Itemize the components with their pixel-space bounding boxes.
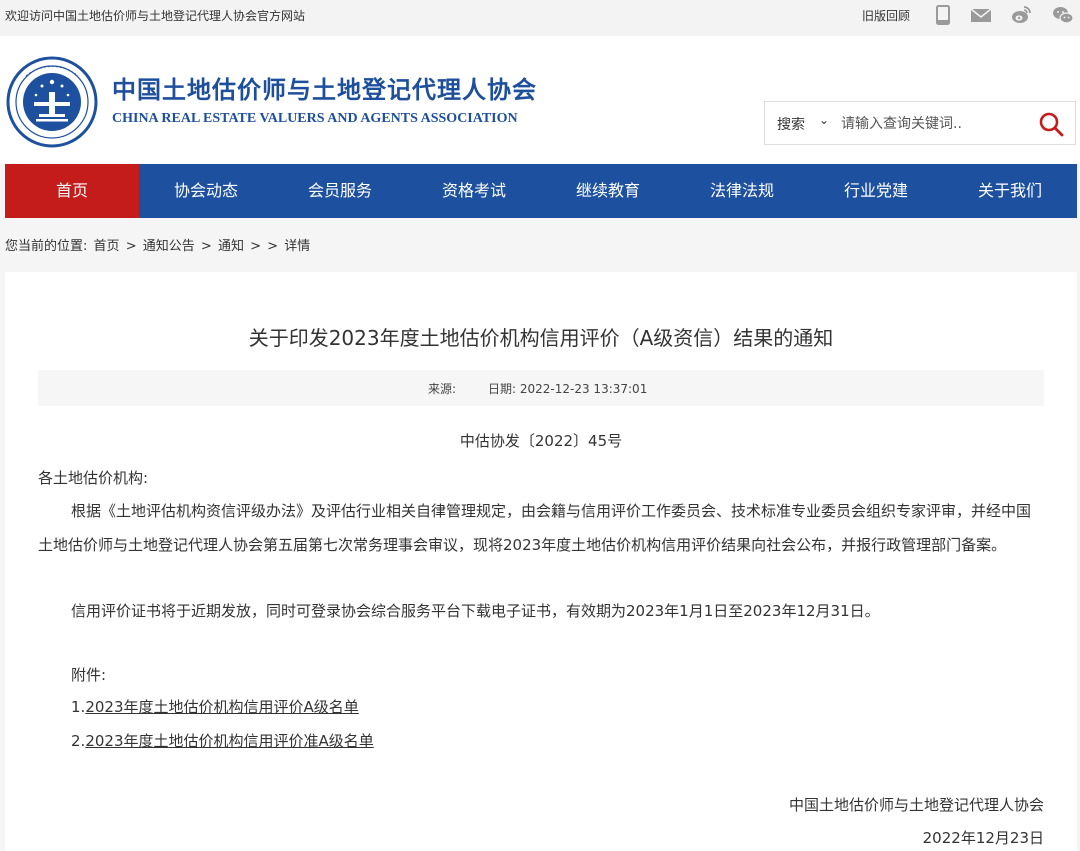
nav-item-member-services[interactable]: 会员服务 bbox=[273, 164, 407, 218]
attachment-item: 2.2023年度土地估价机构信用评价准A级名单 bbox=[71, 730, 374, 751]
nav-item-news[interactable]: 协会动态 bbox=[139, 164, 273, 218]
paragraph-2: 信用评价证书将于近期发放，同时可登录协会综合服务平台下载电子证书，有效期为202… bbox=[71, 602, 880, 620]
greeting: 各土地估价机构: bbox=[38, 469, 149, 487]
article-card: 关于印发2023年度土地估价机构信用评价（A级资信）结果的通知 来源: 日期: … bbox=[5, 272, 1077, 851]
nav-item-party[interactable]: 行业党建 bbox=[809, 164, 943, 218]
attachment-item: 1.2023年度土地估价机构信用评价A级名单 bbox=[71, 696, 359, 717]
top-bar: 欢迎访问中国土地估价师与土地登记代理人协会官方网站 旧版回顾 bbox=[0, 0, 1080, 36]
welcome-text: 欢迎访问中国土地估价师与土地登记代理人协会官方网站 bbox=[5, 9, 306, 23]
attachment-link-a-list[interactable]: 2023年度土地估价机构信用评价A级名单 bbox=[85, 698, 358, 716]
mobile-icon[interactable] bbox=[932, 4, 954, 26]
association-logo[interactable] bbox=[6, 56, 98, 148]
chevron-down-icon[interactable]: ⌄ bbox=[819, 113, 829, 127]
signature-org: 中国土地估价师与土地登记代理人协会 bbox=[788, 796, 1044, 814]
signature-date: 2022年12月23日 bbox=[922, 829, 1044, 847]
nav-item-education[interactable]: 继续教育 bbox=[541, 164, 675, 218]
article-title: 关于印发2023年度土地估价机构信用评价（A级资信）结果的通知 bbox=[248, 326, 834, 350]
breadcrumb-separator: > bbox=[200, 239, 212, 254]
search-box: 搜索 ⌄ bbox=[764, 101, 1076, 145]
breadcrumb-separator: > bbox=[125, 239, 137, 254]
paragraph-1: 根据《土地评估机构资信评级办法》及评估行业相关自律管理规定，由会籍与信用评价工作… bbox=[38, 502, 1032, 554]
date-meta: 日期: 2022-12-23 13:37:01 bbox=[488, 380, 647, 397]
search-input[interactable] bbox=[841, 112, 1021, 136]
nav-item-home[interactable]: 首页 bbox=[5, 164, 139, 218]
old-version-link[interactable]: 旧版回顾 bbox=[862, 7, 910, 24]
breadcrumb-home[interactable]: 首页 bbox=[94, 239, 120, 254]
document-number: 中估协发〔2022〕45号 bbox=[459, 432, 623, 450]
breadcrumb-detail: 详情 bbox=[284, 239, 311, 254]
attachment-index: 2. bbox=[71, 732, 86, 750]
nav-item-about[interactable]: 关于我们 bbox=[943, 164, 1077, 218]
attachment-heading: 附件: bbox=[71, 666, 107, 684]
search-scope-select[interactable]: 搜索 bbox=[777, 114, 805, 134]
org-name-cn: 中国土地估价师与土地登记代理人协会 bbox=[112, 75, 537, 104]
attachment-link-quasi-a-list[interactable]: 2023年度土地估价机构信用评价准A级名单 bbox=[85, 732, 373, 750]
breadcrumb-separator: > bbox=[267, 239, 279, 254]
nav-item-exams[interactable]: 资格考试 bbox=[407, 164, 541, 218]
breadcrumb-notice[interactable]: 通知 bbox=[218, 239, 244, 254]
attachment-index: 1. bbox=[71, 698, 86, 716]
org-name-en: CHINA REAL ESTATE VALUERS AND AGENTS ASS… bbox=[112, 111, 518, 126]
source-label: 来源: bbox=[428, 382, 457, 396]
breadcrumb-notices[interactable]: 通知公告 bbox=[143, 239, 195, 254]
date-value: 2022-12-23 13:37:01 bbox=[519, 382, 648, 396]
nav-item-laws[interactable]: 法律法规 bbox=[675, 164, 809, 218]
search-icon[interactable] bbox=[1037, 110, 1065, 138]
breadcrumb: 您当前的位置: 首页 > 通知公告 > 通知 > > 详情 bbox=[5, 235, 312, 254]
weibo-icon[interactable] bbox=[1010, 4, 1032, 26]
breadcrumb-separator: > bbox=[250, 239, 261, 254]
wechat-icon[interactable] bbox=[1052, 4, 1074, 26]
mail-icon[interactable] bbox=[970, 4, 992, 26]
main-nav: 首页 协会动态 会员服务 资格考试 继续教育 法律法规 行业党建 关于我们 bbox=[5, 164, 1077, 218]
site-header: 中国土地估价师与土地登记代理人协会 CHINA REAL ESTATE VALU… bbox=[0, 36, 1080, 164]
date-label: 日期: bbox=[488, 382, 517, 396]
breadcrumb-prefix: 您当前的位置: bbox=[5, 239, 88, 254]
article-meta: 来源: 日期: 2022-12-23 13:37:01 bbox=[38, 370, 1044, 406]
